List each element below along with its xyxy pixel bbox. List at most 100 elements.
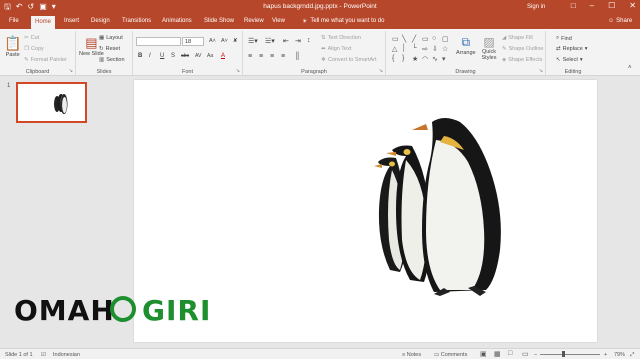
decrease-indent-icon[interactable]: ⇤ xyxy=(283,37,289,45)
zoom-slider[interactable] xyxy=(540,351,600,357)
textbox-shape-icon[interactable]: ▭ xyxy=(392,35,401,44)
layout-button[interactable]: ▦ Layout xyxy=(99,35,123,41)
section-button[interactable]: ▥ Section xyxy=(99,57,125,63)
shape-fill-button[interactable]: ◢ Shape Fill xyxy=(502,35,533,41)
arc-shape-icon[interactable]: ◠ xyxy=(422,55,431,64)
oval-shape-icon[interactable]: ○ xyxy=(432,35,441,44)
line-spacing-icon[interactable]: ↕ xyxy=(307,37,311,44)
triangle-shape-icon[interactable]: △ xyxy=(392,45,401,54)
tab-view[interactable]: View xyxy=(272,18,285,24)
italic-button[interactable]: I xyxy=(149,53,151,59)
sign-in-link[interactable]: Sign in xyxy=(527,4,545,10)
paragraph-launcher-icon[interactable]: ↘ xyxy=(379,68,383,74)
font-name-box[interactable] xyxy=(136,37,181,46)
slide-sorter-icon[interactable]: ▦ xyxy=(494,350,501,358)
shape-effects-button[interactable]: ◈ Shape Effects xyxy=(502,57,542,63)
arrow-right-shape-icon[interactable]: ⇨ xyxy=(422,45,431,54)
arrange-button[interactable]: ⧉ Arrange xyxy=(456,35,476,56)
font-launcher-icon[interactable]: ↘ xyxy=(236,68,240,74)
ribbon-display-icon[interactable]: □ xyxy=(571,1,576,10)
line-shape-icon[interactable]: ╲ xyxy=(402,35,411,44)
zoom-slider-thumb[interactable] xyxy=(562,351,566,357)
reset-button[interactable]: ↻ Reset xyxy=(99,46,120,52)
ribbon: 📋 Paste ✂ Cut ❐ Copy ✎ Format Painter Clipb… xyxy=(0,29,640,76)
paste-button[interactable]: 📋 Paste xyxy=(4,35,21,58)
replace-button[interactable]: ⇄ Replace ▾ xyxy=(556,46,588,52)
font-color-button[interactable]: A xyxy=(221,53,225,59)
normal-view-icon[interactable]: ▣ xyxy=(480,350,487,358)
increase-font-icon[interactable]: A˄ xyxy=(209,38,216,44)
tab-insert[interactable]: Insert xyxy=(64,18,79,24)
elbow-shape-icon[interactable]: └ xyxy=(412,45,421,54)
bullets-icon[interactable]: ☰▾ xyxy=(248,37,258,45)
tab-slide-show[interactable]: Slide Show xyxy=(204,18,234,24)
star-shape-icon[interactable]: ☆ xyxy=(442,45,451,54)
star-shape-icon[interactable]: ★ xyxy=(412,55,421,64)
line-shape-icon[interactable]: │ xyxy=(402,45,411,54)
align-left-icon[interactable]: ≡ xyxy=(248,53,252,60)
text-direction-button[interactable]: ⇅ Text Direction xyxy=(321,35,361,41)
tab-home[interactable]: Home xyxy=(31,16,55,29)
slide-thumbnail[interactable] xyxy=(16,82,87,123)
format-painter-button[interactable]: ✎ Format Painter xyxy=(24,57,67,63)
convert-smartart-button[interactable]: ❖ Convert to SmartArt xyxy=(321,57,377,63)
fit-slide-icon[interactable]: ⤢ xyxy=(630,352,634,359)
columns-icon[interactable]: ║ xyxy=(295,53,300,60)
justify-icon[interactable]: ≡ xyxy=(281,53,285,60)
select-button[interactable]: ↖ Select ▾ xyxy=(556,57,583,63)
brace-shape-icon[interactable]: } xyxy=(402,55,411,64)
increase-indent-icon[interactable]: ⇥ xyxy=(295,37,301,45)
quick-styles-icon: ▨ xyxy=(483,35,495,49)
align-center-icon[interactable]: ≡ xyxy=(259,53,263,60)
close-icon[interactable]: ✕ xyxy=(629,1,636,10)
language[interactable]: Indonesian xyxy=(53,352,80,358)
decrease-font-icon[interactable]: A˅ xyxy=(221,38,228,44)
zoom-in-icon[interactable]: + xyxy=(604,352,607,358)
align-right-icon[interactable]: ≡ xyxy=(270,53,274,60)
zoom-out-icon[interactable]: – xyxy=(534,352,537,358)
change-case-button[interactable]: Aa xyxy=(207,53,213,59)
shapes-gallery[interactable]: ▭ ╲ ╱ ▭ ○ ▢ △ │ └ ⇨ ⇩ ☆ { } ★ ◠ ∿ ▾ xyxy=(392,35,450,65)
spellcheck-icon[interactable]: ☑ xyxy=(41,352,46,358)
shadow-button[interactable]: S xyxy=(171,53,175,59)
shape-outline-button[interactable]: ✎ Shape Outline xyxy=(502,46,543,52)
bold-button[interactable]: B xyxy=(138,53,142,59)
window-controls: □ – ☐ ✕ xyxy=(571,1,636,10)
font-size-box[interactable]: 18 xyxy=(182,37,204,46)
slideshow-view-icon[interactable]: ▭ xyxy=(522,350,529,358)
tab-design[interactable]: Design xyxy=(91,18,110,24)
quick-styles-button[interactable]: ▨ Quick Styles xyxy=(480,35,498,61)
strikethrough-button[interactable]: abc xyxy=(181,53,189,59)
curve-shape-icon[interactable]: ∿ xyxy=(432,55,441,64)
find-button[interactable]: ⌕ Find xyxy=(556,35,572,42)
arrow-down-shape-icon[interactable]: ⇩ xyxy=(432,45,441,54)
character-spacing-button[interactable]: AV xyxy=(195,53,201,59)
drawing-launcher-icon[interactable]: ↘ xyxy=(539,68,543,74)
more-shapes-icon[interactable]: ▾ xyxy=(442,55,451,64)
brace-shape-icon[interactable]: { xyxy=(392,55,401,64)
rectangle-shape-icon[interactable]: ▭ xyxy=(422,35,431,44)
share-button[interactable]: ☺ Share xyxy=(608,18,632,24)
tab-transitions[interactable]: Transitions xyxy=(122,18,151,24)
copy-button[interactable]: ❐ Copy xyxy=(24,46,44,52)
clipboard-launcher-icon[interactable]: ↘ xyxy=(69,68,73,74)
tab-review[interactable]: Review xyxy=(244,18,264,24)
maximize-icon[interactable]: ☐ xyxy=(608,1,615,10)
numbering-icon[interactable]: ☱▾ xyxy=(265,37,275,45)
underline-button[interactable]: U xyxy=(160,53,164,59)
tab-animations[interactable]: Animations xyxy=(162,18,192,24)
reading-view-icon[interactable]: □ xyxy=(508,350,512,357)
clear-format-icon[interactable]: ✘ xyxy=(233,38,238,44)
notes-button[interactable]: ≡ Notes xyxy=(402,352,421,358)
collapse-ribbon-icon[interactable]: ˄ xyxy=(628,65,632,71)
slide-canvas[interactable]: OMAH GIRI xyxy=(14,80,597,342)
zoom-level[interactable]: 79% xyxy=(614,352,625,358)
comments-button[interactable]: ▭ Comments xyxy=(434,352,467,358)
cut-button[interactable]: ✂ Cut xyxy=(24,35,39,41)
tab-file[interactable]: File xyxy=(9,18,19,24)
rounded-rect-shape-icon[interactable]: ▢ xyxy=(442,35,451,44)
align-text-button[interactable]: ⬌ Align Text xyxy=(321,46,351,52)
minimize-icon[interactable]: – xyxy=(590,1,594,10)
line-shape-icon[interactable]: ╱ xyxy=(412,35,421,44)
tell-me-box[interactable]: ☀ Tell me what you want to do xyxy=(302,18,384,25)
